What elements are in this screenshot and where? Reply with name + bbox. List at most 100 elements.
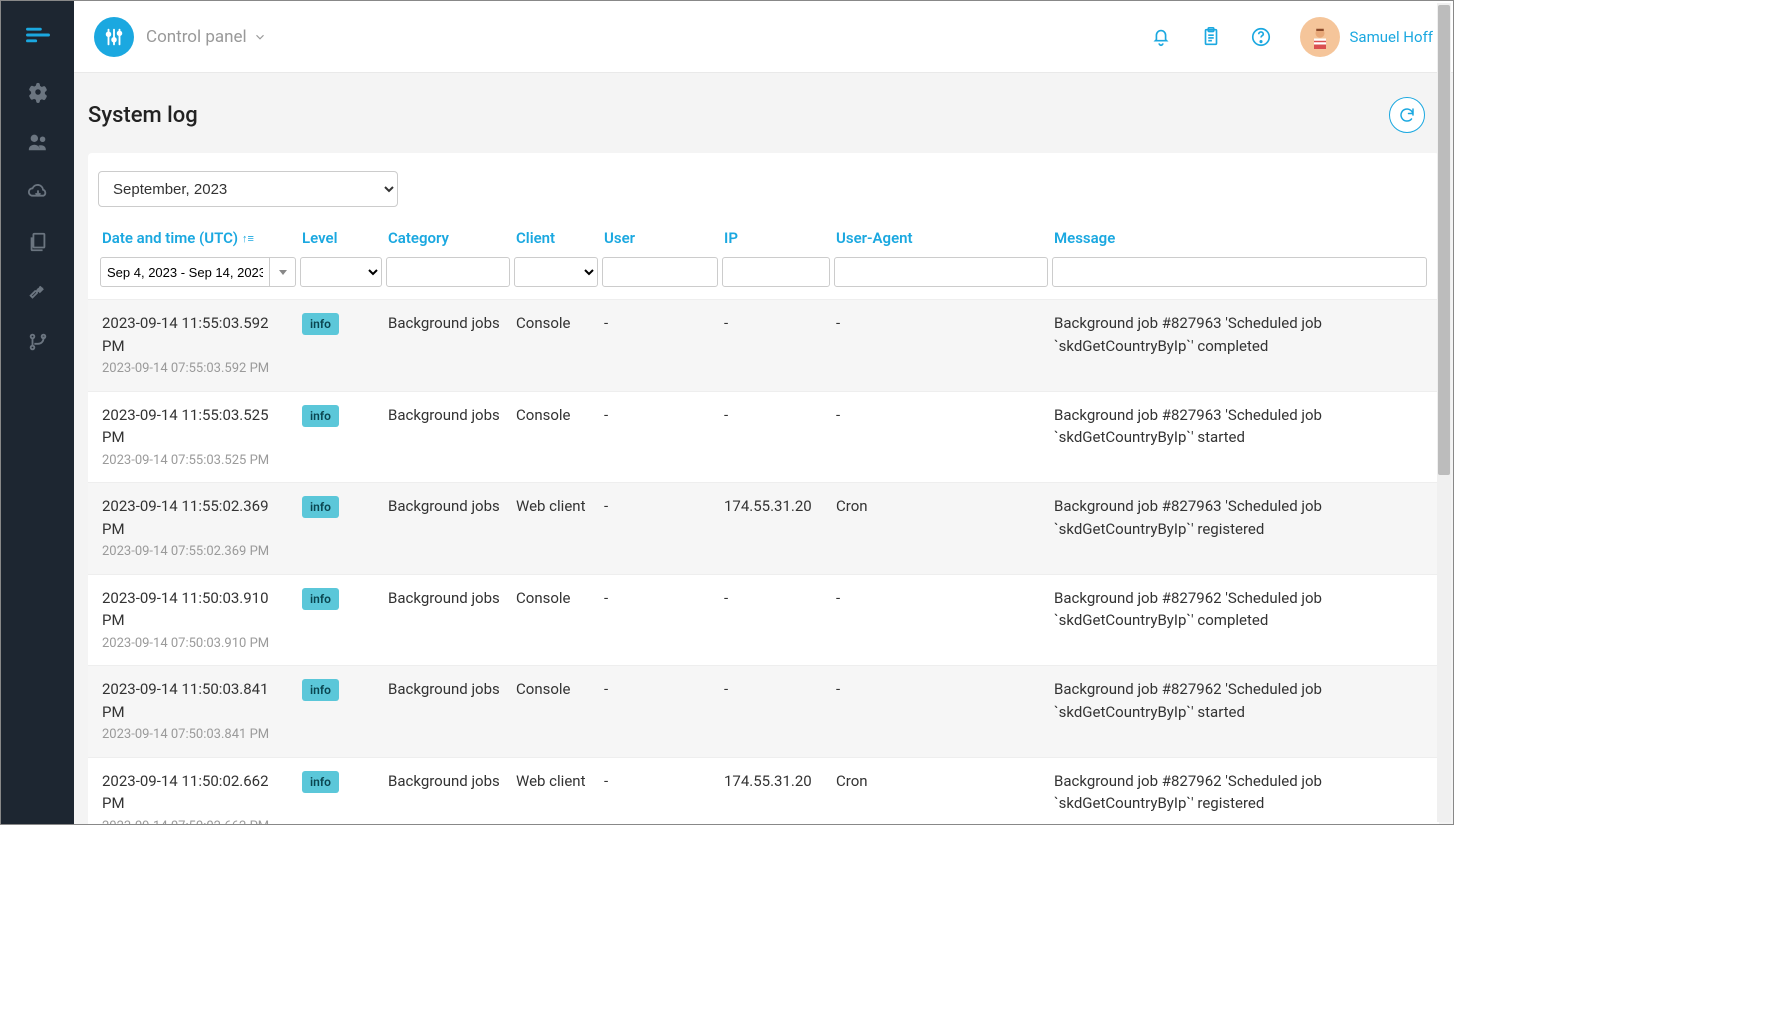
cell-level: info xyxy=(298,770,384,825)
breadcrumb[interactable]: Control panel xyxy=(146,27,267,47)
app-logo[interactable] xyxy=(94,17,134,57)
sidebar-item-pages[interactable] xyxy=(1,231,74,253)
cell-ip: - xyxy=(720,404,832,471)
cell-level: info xyxy=(298,404,384,471)
sidebar-item-settings[interactable] xyxy=(1,81,74,103)
cell-datetime: 2023-09-14 11:50:03.910 PM2023-09-14 07:… xyxy=(98,587,298,654)
notifications-button[interactable] xyxy=(1150,26,1172,48)
cell-ip: - xyxy=(720,587,832,654)
client-filter[interactable] xyxy=(514,257,598,287)
cell-message: Background job #827963 'Scheduled job `s… xyxy=(1050,404,1429,471)
cell-message: Background job #827962 'Scheduled job `s… xyxy=(1050,678,1429,745)
caret-down-icon xyxy=(278,267,288,277)
cell-category: Background jobs xyxy=(384,587,512,654)
scrollbar-track[interactable] xyxy=(1437,3,1451,822)
table-row[interactable]: 2023-09-14 11:55:03.525 PM2023-09-14 07:… xyxy=(88,391,1439,483)
level-badge: info xyxy=(302,405,339,427)
col-ip[interactable]: IP xyxy=(720,221,832,255)
cell-client: Console xyxy=(512,312,600,379)
ip-filter[interactable] xyxy=(722,257,830,287)
user-menu[interactable]: Samuel Hoff xyxy=(1300,17,1434,57)
cell-message: Background job #827963 'Scheduled job `s… xyxy=(1050,312,1429,379)
level-filter[interactable] xyxy=(300,257,382,287)
level-badge: info xyxy=(302,313,339,335)
sort-asc-icon: ↑≡ xyxy=(242,232,254,245)
help-icon xyxy=(1250,26,1272,48)
cell-client: Web client xyxy=(512,770,600,825)
cell-user: - xyxy=(600,770,720,825)
col-user-agent[interactable]: User-Agent xyxy=(832,221,1050,255)
scrollbar-thumb[interactable] xyxy=(1438,5,1450,475)
cell-ip: - xyxy=(720,678,832,745)
cell-message: Background job #827963 'Scheduled job `s… xyxy=(1050,495,1429,562)
topbar: Control panel Samuel Hoff xyxy=(74,1,1453,73)
clipboard-icon xyxy=(1200,26,1222,48)
cell-ip: 174.55.31.20 xyxy=(720,770,832,825)
date-range-filter[interactable] xyxy=(100,257,270,287)
cell-level: info xyxy=(298,678,384,745)
page-title: System log xyxy=(88,103,198,128)
cell-message: Background job #827962 'Scheduled job `s… xyxy=(1050,587,1429,654)
cell-datetime: 2023-09-14 11:50:03.841 PM2023-09-14 07:… xyxy=(98,678,298,745)
table-row[interactable]: 2023-09-14 11:50:03.841 PM2023-09-14 07:… xyxy=(88,665,1439,757)
cell-datetime: 2023-09-14 11:55:03.525 PM2023-09-14 07:… xyxy=(98,404,298,471)
month-select[interactable]: September, 2023 xyxy=(98,171,398,207)
col-client[interactable]: Client xyxy=(512,221,600,255)
col-message[interactable]: Message xyxy=(1050,221,1429,255)
cell-user: - xyxy=(600,312,720,379)
cell-user: - xyxy=(600,495,720,562)
cell-user: - xyxy=(600,587,720,654)
cell-user-agent: - xyxy=(832,312,1050,379)
cell-user: - xyxy=(600,678,720,745)
cell-level: info xyxy=(298,312,384,379)
cell-message: Background job #827962 'Scheduled job `s… xyxy=(1050,770,1429,825)
col-level[interactable]: Level xyxy=(298,221,384,255)
sidebar-item-branches[interactable] xyxy=(1,331,74,353)
category-filter[interactable] xyxy=(386,257,510,287)
date-range-dropdown-button[interactable] xyxy=(270,257,296,287)
clipboard-button[interactable] xyxy=(1200,26,1222,48)
cell-client: Console xyxy=(512,404,600,471)
cell-client: Console xyxy=(512,678,600,745)
cell-user: - xyxy=(600,404,720,471)
sidebar-item-users[interactable] xyxy=(1,131,74,153)
sidebar-toggle[interactable] xyxy=(24,21,52,53)
table-row[interactable]: 2023-09-14 11:50:03.910 PM2023-09-14 07:… xyxy=(88,574,1439,666)
table-row[interactable]: 2023-09-14 11:50:02.662 PM2023-09-14 07:… xyxy=(88,757,1439,825)
username-label: Samuel Hoff xyxy=(1350,28,1434,46)
cell-category: Background jobs xyxy=(384,404,512,471)
refresh-icon xyxy=(1398,106,1416,124)
cell-user-agent: Cron xyxy=(832,770,1050,825)
user-filter[interactable] xyxy=(602,257,718,287)
log-panel: September, 2023 Date and time (UTC) ↑≡ L… xyxy=(88,153,1439,824)
cell-user-agent: Cron xyxy=(832,495,1050,562)
breadcrumb-label: Control panel xyxy=(146,27,247,47)
cell-level: info xyxy=(298,495,384,562)
message-filter[interactable] xyxy=(1052,257,1427,287)
table-row[interactable]: 2023-09-14 11:55:02.369 PM2023-09-14 07:… xyxy=(88,482,1439,574)
help-button[interactable] xyxy=(1250,26,1272,48)
cell-user-agent: - xyxy=(832,587,1050,654)
cell-user-agent: - xyxy=(832,404,1050,471)
cell-level: info xyxy=(298,587,384,654)
cell-ip: 174.55.31.20 xyxy=(720,495,832,562)
cell-ip: - xyxy=(720,312,832,379)
level-badge: info xyxy=(302,588,339,610)
col-user[interactable]: User xyxy=(600,221,720,255)
table-row[interactable]: 2023-09-14 11:55:03.592 PM2023-09-14 07:… xyxy=(88,299,1439,391)
cell-datetime: 2023-09-14 11:50:02.662 PM2023-09-14 07:… xyxy=(98,770,298,825)
sidebar-item-tools[interactable] xyxy=(1,281,74,303)
sidebar-item-cloud[interactable] xyxy=(1,181,74,203)
cell-datetime: 2023-09-14 11:55:02.369 PM2023-09-14 07:… xyxy=(98,495,298,562)
cell-category: Background jobs xyxy=(384,770,512,825)
bell-icon xyxy=(1150,26,1172,48)
level-badge: info xyxy=(302,771,339,793)
cell-category: Background jobs xyxy=(384,312,512,379)
refresh-button[interactable] xyxy=(1389,97,1425,133)
col-datetime[interactable]: Date and time (UTC) ↑≡ xyxy=(98,221,298,255)
table-header-row: Date and time (UTC) ↑≡ Level Category Cl… xyxy=(88,221,1439,255)
sidebar xyxy=(1,1,74,824)
user-agent-filter[interactable] xyxy=(834,257,1048,287)
avatar xyxy=(1300,17,1340,57)
col-category[interactable]: Category xyxy=(384,221,512,255)
